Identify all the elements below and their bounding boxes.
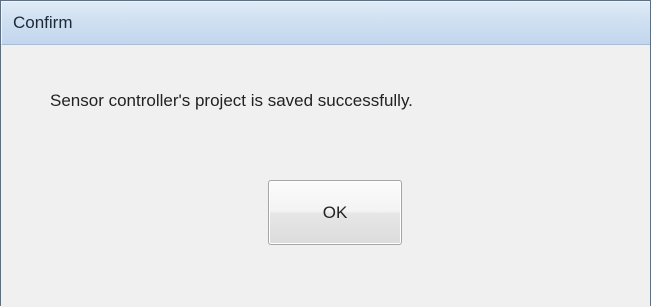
dialog-message: Sensor controller's project is saved suc… (50, 91, 413, 110)
dialog-content: Sensor controller's project is saved suc… (1, 45, 650, 307)
ok-button[interactable]: OK (268, 180, 402, 245)
confirm-dialog: Confirm Sensor controller's project is s… (0, 0, 651, 307)
dialog-titlebar[interactable]: Confirm (1, 1, 650, 45)
dialog-title: Confirm (13, 13, 73, 32)
